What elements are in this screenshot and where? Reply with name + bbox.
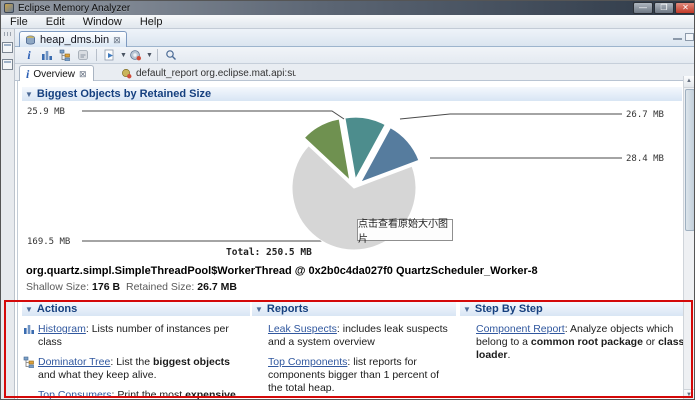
- collapse-triangle-icon[interactable]: ▼: [463, 305, 471, 314]
- view-tab-area: i Overview ⊠ default_report org.eclipse.…: [15, 64, 695, 81]
- view-tab-label: Overview: [33, 69, 75, 80]
- minimized-view-icon[interactable]: [2, 59, 13, 70]
- biggest-objects-section-header[interactable]: ▼ Biggest Objects by Retained Size: [22, 87, 682, 101]
- scroll-up-icon[interactable]: ▲: [684, 76, 694, 88]
- dominator-tree-link[interactable]: Dominator Tree: [38, 356, 110, 368]
- overview-column-step-by-step: ▼ Step By Step Component Report: Analyze o…: [460, 302, 688, 362]
- close-tab-icon[interactable]: ⊠: [113, 36, 121, 45]
- slice-label: 169.5 MB: [27, 237, 70, 247]
- oql-icon[interactable]: [75, 48, 91, 62]
- menu-edit[interactable]: Edit: [37, 16, 74, 28]
- section-title: Actions: [37, 303, 77, 315]
- overview-item: Histogram: Lists number of instances per…: [22, 323, 250, 349]
- tab-heap-dms-bin[interactable]: heap_dms.bin ⊠: [19, 31, 127, 48]
- overview-item: Leak Suspects: includes leak suspects an…: [252, 323, 456, 349]
- overview-item: Dominator Tree: List the biggest objects…: [22, 356, 250, 382]
- section-title: Reports: [267, 303, 309, 315]
- menu-bar: File Edit Window Help: [1, 15, 695, 29]
- run-expert-test-icon[interactable]: [102, 48, 118, 62]
- slice-label: 28.4 MB: [626, 154, 664, 164]
- component-report-link[interactable]: Component Report: [476, 323, 565, 335]
- overview-item: Top Consumers: Print the most expensive …: [22, 389, 250, 400]
- pie-total-label: Total: 250.5 MB: [226, 247, 312, 258]
- collapse-triangle-icon[interactable]: ▼: [25, 305, 33, 314]
- reports-section-header[interactable]: ▼ Reports: [252, 302, 456, 316]
- section-title: Step By Step: [475, 303, 543, 315]
- retained-size-value: 26.7 MB: [197, 281, 237, 293]
- heap-file-icon: [25, 35, 36, 46]
- shallow-size-value: 176 B: [92, 281, 120, 293]
- step-by-step-section-header[interactable]: ▼ Step By Step: [460, 302, 688, 316]
- info-icon: i: [26, 67, 29, 82]
- chevron-down-icon[interactable]: ▼: [146, 52, 153, 59]
- histogram-link[interactable]: Histogram: [38, 323, 86, 335]
- toolbar-separator: [157, 49, 158, 61]
- editor-tab-label: heap_dms.bin: [40, 34, 109, 46]
- overview-item: Top Components: list reports for compone…: [252, 356, 456, 395]
- scroll-down-icon[interactable]: ▼: [684, 389, 694, 400]
- retained-size-pie-chart: 25.9 MB 26.7 MB 28.4 MB 169.5 MB: [18, 101, 686, 266]
- eclipse-memory-analyzer-window: Eclipse Memory Analyzer — ❐ ✕ File Edit …: [0, 0, 695, 400]
- overview-pane: ▼ Biggest Objects by Retained Size 25.9 …: [17, 81, 685, 400]
- vertical-scrollbar[interactable]: ▲ ▼: [683, 76, 694, 400]
- section-title: Biggest Objects by Retained Size: [37, 88, 211, 100]
- window-title: Eclipse Memory Analyzer: [18, 3, 130, 14]
- minimize-pane-icon[interactable]: [673, 33, 682, 40]
- dominator-tree-icon: [23, 356, 35, 372]
- overview-item: Component Report: Analyze objects which …: [460, 323, 688, 362]
- leak-suspects-link[interactable]: Leak Suspects: [268, 323, 337, 335]
- minimize-icon[interactable]: —: [633, 2, 653, 14]
- actions-section-header[interactable]: ▼ Actions: [22, 302, 250, 316]
- restore-view-icon[interactable]: [2, 42, 13, 53]
- collapse-triangle-icon[interactable]: ▼: [25, 90, 33, 99]
- slice-label: 25.9 MB: [27, 107, 65, 117]
- selected-object-sizes: Shallow Size:176 B Retained Size:26.7 MB: [26, 281, 240, 293]
- drag-grip-icon[interactable]: [4, 32, 12, 36]
- toolbar: i ▼ ▼: [15, 47, 695, 64]
- maximize-pane-icon[interactable]: [685, 33, 694, 41]
- report-icon: [121, 68, 132, 79]
- tab-default-report-suspects[interactable]: default_report org.eclipse.mat.api:suspe…: [115, 65, 306, 81]
- scrollbar-thumb[interactable]: [685, 89, 695, 231]
- top-components-link[interactable]: Top Components: [268, 356, 347, 368]
- chevron-down-icon[interactable]: ▼: [120, 52, 127, 59]
- close-icon[interactable]: ✕: [675, 2, 695, 14]
- menu-window[interactable]: Window: [74, 16, 131, 28]
- maximize-icon[interactable]: ❐: [654, 2, 674, 14]
- open-report-icon[interactable]: [128, 48, 144, 62]
- image-tooltip[interactable]: 点击查看原始大小图片: [357, 219, 453, 241]
- search-icon[interactable]: [163, 48, 179, 62]
- selected-object-title: org.quartz.simpl.SimpleThreadPool$Worker…: [26, 265, 538, 277]
- editor-tab-area: heap_dms.bin ⊠: [15, 29, 695, 47]
- overview-column-actions: ▼ Actions Histogram: Lists number of insta…: [22, 302, 250, 400]
- histogram-icon[interactable]: [39, 48, 55, 62]
- menu-help[interactable]: Help: [131, 16, 172, 28]
- app-icon: [4, 3, 14, 13]
- title-bar: Eclipse Memory Analyzer — ❐ ✕: [1, 1, 695, 15]
- menu-file[interactable]: File: [1, 16, 37, 28]
- view-tab-label: default_report org.eclipse.mat.api:suspe…: [136, 68, 296, 79]
- info-icon[interactable]: i: [21, 48, 37, 62]
- retained-size-label: Retained Size:: [126, 281, 194, 293]
- toolbar-separator: [96, 49, 97, 61]
- top-consumers-link[interactable]: Top Consumers: [38, 389, 112, 400]
- collapse-triangle-icon[interactable]: ▼: [255, 305, 263, 314]
- dominator-tree-icon[interactable]: [57, 48, 73, 62]
- shallow-size-label: Shallow Size:: [26, 281, 89, 293]
- slice-label: 26.7 MB: [626, 110, 664, 120]
- histogram-icon: [23, 323, 35, 339]
- close-tab-icon[interactable]: ⊠: [79, 70, 87, 79]
- fast-view-bar: [1, 29, 15, 400]
- overview-column-reports: ▼ Reports Leak Suspects: includes leak sus…: [252, 302, 456, 395]
